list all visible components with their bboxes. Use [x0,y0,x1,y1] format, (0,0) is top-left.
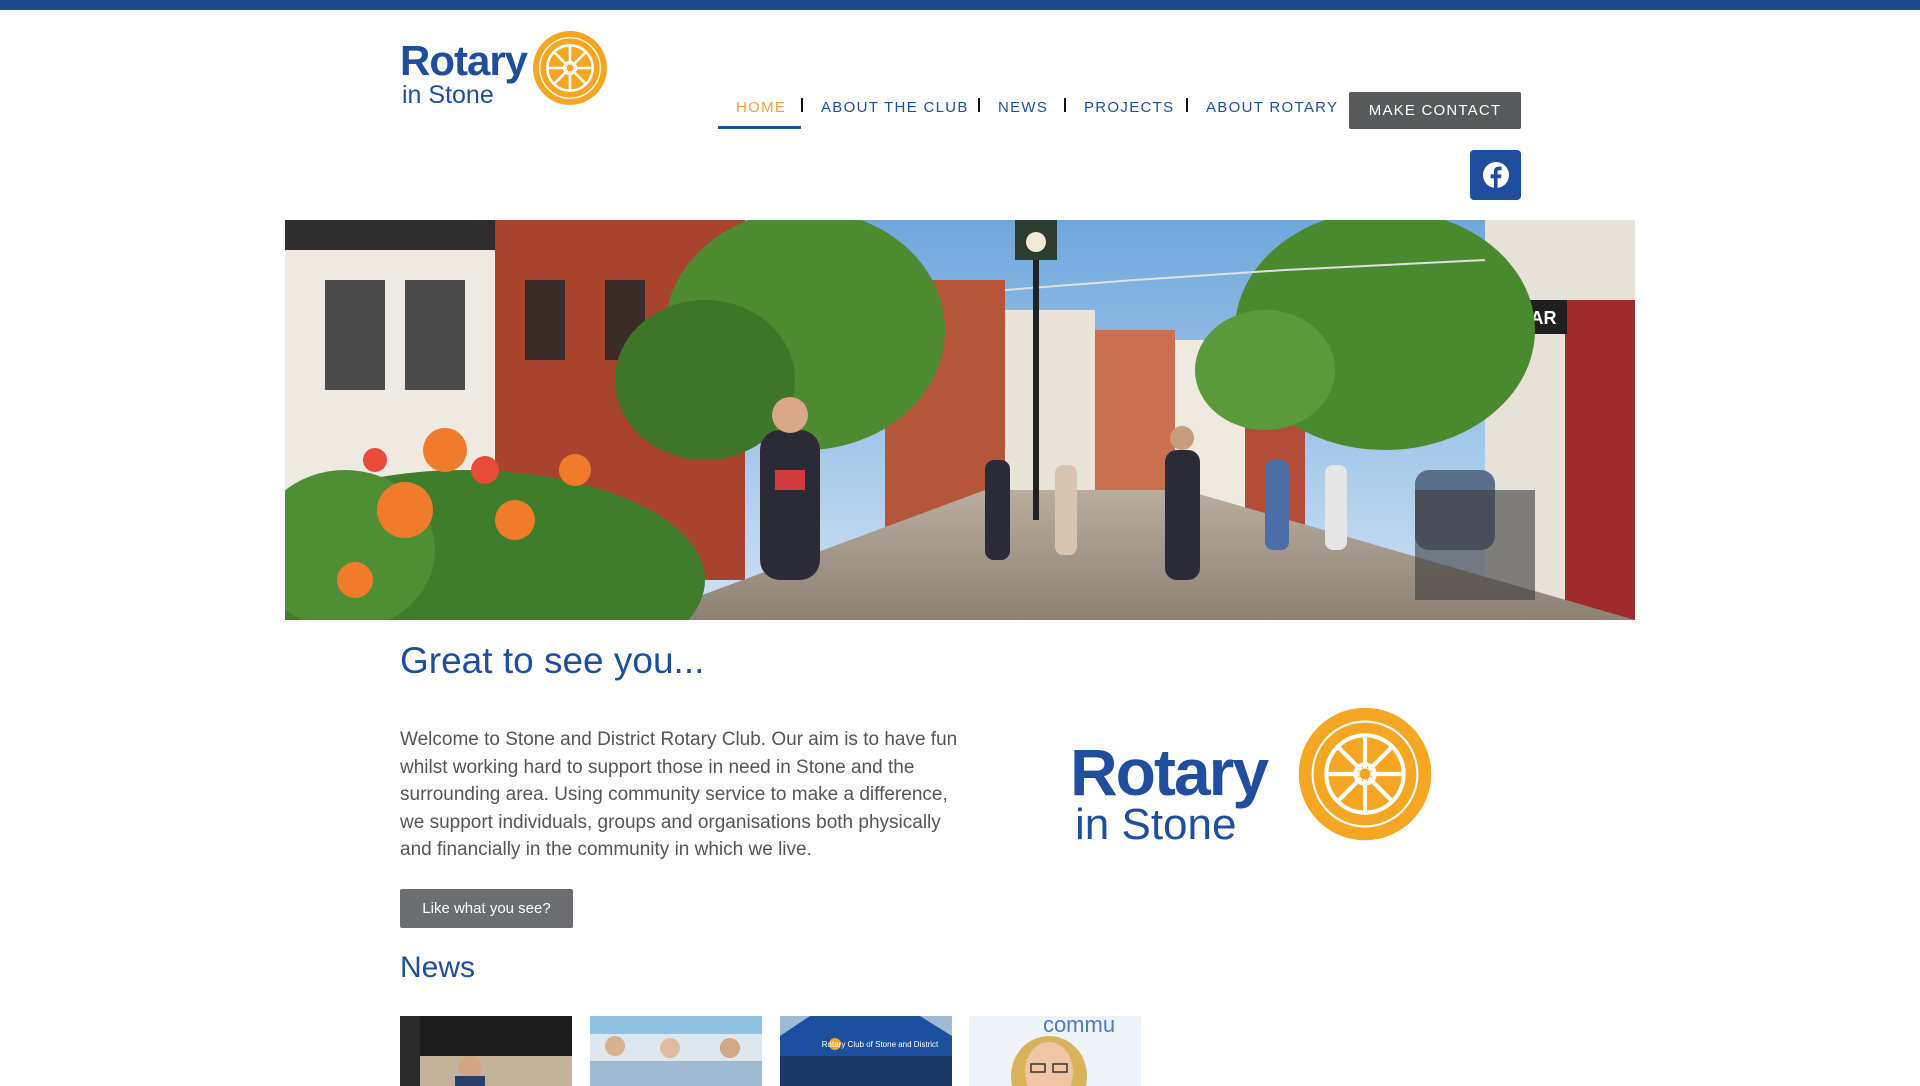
logo-wordmark: Rotary in Stone [1070,735,1290,849]
rotary-wheel-icon [533,31,607,105]
welcome-paragraph: Welcome to Stone and District Rotary Clu… [400,729,958,860]
gazebo-banner-text: Rotary Club of Stone and District [822,1040,939,1049]
news-card[interactable] [590,1016,762,1086]
news-photo-portrait: commu [969,1016,1141,1086]
news-card[interactable] [400,1016,572,1086]
nav-separator [978,98,980,112]
like-what-you-see-button[interactable]: Like what you see? [400,889,573,928]
welcome-heading: Great to see you... [400,640,705,681]
facebook-button[interactable] [1470,150,1521,200]
news-heading: News [400,951,476,984]
facebook-icon [1482,162,1509,188]
make-contact-button[interactable]: MAKE CONTACT [1349,92,1521,129]
news-card[interactable]: commu [969,1016,1141,1086]
nav-separator [801,98,803,112]
nav-about-the-club[interactable]: ABOUT THE CLUB [821,99,969,116]
rotary-wheel-icon [1298,707,1432,841]
nav-news[interactable]: NEWS [998,99,1048,116]
news-photo-stall [590,1016,762,1086]
nav-projects[interactable]: PROJECTS [1084,99,1174,116]
rotary-in-stone-logo: Rotary in Stone [1068,705,1438,849]
logo-wordmark: Rotary in Stone [400,37,530,109]
portrait-banner-text: commu [1043,1016,1115,1037]
logo-main-text: Rotary [400,37,528,84]
logo-sub-text: in Stone [1075,800,1237,849]
news-photo-presentation [400,1016,572,1086]
nav-home[interactable]: HOME [736,99,786,116]
site-logo[interactable]: Rotary in Stone [400,26,615,110]
logo-sub-text: in Stone [402,81,494,109]
nav-separator [1186,98,1188,112]
nav-separator [1064,98,1066,112]
top-accent-bar [0,0,1920,10]
hero-street-image: BEAR [285,220,1635,620]
logo-main-text: Rotary [1070,735,1269,809]
nav-active-indicator [718,126,801,129]
news-card[interactable]: Rotary Club of Stone and District [780,1016,952,1086]
news-photo-gazebo: Rotary Club of Stone and District [780,1016,952,1086]
nav-about-rotary[interactable]: ABOUT ROTARY [1206,99,1338,116]
